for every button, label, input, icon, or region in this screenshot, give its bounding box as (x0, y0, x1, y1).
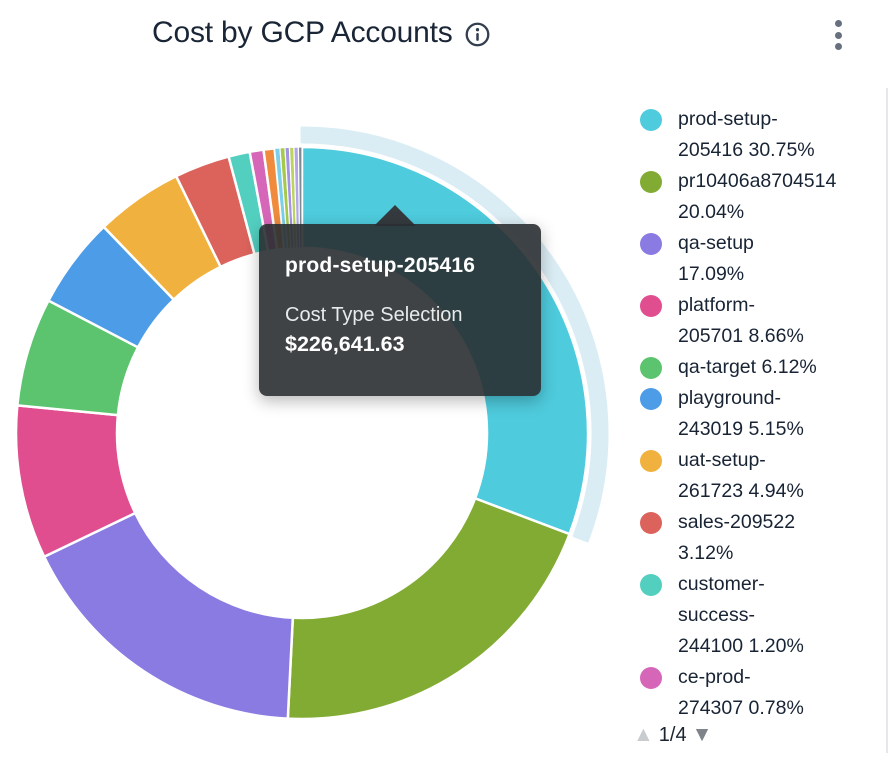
legend-label: qa-setup17.09% (678, 228, 754, 290)
tooltip-caret (374, 205, 416, 226)
donut-slice[interactable] (288, 498, 570, 719)
legend-label: pr10406a870451420.04% (678, 166, 836, 228)
card-right-divider (886, 88, 888, 753)
legend-label: prod-setup-205416 30.75% (678, 104, 815, 166)
legend-label: qa-target 6.12% (678, 352, 817, 383)
legend-item[interactable]: ce-prod-274307 0.78% (640, 662, 886, 716)
tooltip-value: $226,641.63 (285, 332, 515, 357)
legend-item[interactable]: playground-243019 5.15% (640, 383, 886, 445)
legend-label: platform-205701 8.66% (678, 290, 804, 352)
legend-label: uat-setup-261723 4.94% (678, 445, 804, 507)
tooltip-title: prod-setup-205416 (285, 254, 515, 278)
legend-color-dot (640, 357, 662, 379)
legend-items: prod-setup-205416 30.75%pr10406a87045142… (640, 104, 886, 716)
legend-color-dot (640, 512, 662, 534)
legend-color-dot (640, 295, 662, 317)
page-down-icon[interactable]: ▼ (692, 722, 713, 748)
legend-item[interactable]: qa-target 6.12% (640, 352, 886, 383)
legend-color-dot (640, 171, 662, 193)
legend-color-dot (640, 450, 662, 472)
legend-color-dot (640, 109, 662, 131)
legend-item[interactable]: pr10406a870451420.04% (640, 166, 886, 228)
legend-item[interactable]: uat-setup-261723 4.94% (640, 445, 886, 507)
legend-item[interactable]: qa-setup17.09% (640, 228, 886, 290)
chart-tooltip: prod-setup-205416 Cost Type Selection $2… (259, 224, 541, 396)
legend-label: playground-243019 5.15% (678, 383, 804, 445)
tooltip-label: Cost Type Selection (285, 304, 515, 327)
legend-color-dot (640, 667, 662, 689)
legend-label: sales-2095223.12% (678, 507, 795, 569)
legend-color-dot (640, 574, 662, 596)
donut-slice[interactable] (44, 513, 293, 719)
legend-item[interactable]: customer-success-244100 1.20% (640, 569, 886, 662)
legend-item[interactable]: sales-2095223.12% (640, 507, 886, 569)
legend-label: ce-prod-274307 0.78% (678, 662, 804, 716)
page-indicator: 1/4 (659, 724, 687, 747)
page-up-icon[interactable]: ▲ (633, 722, 654, 748)
legend-color-dot (640, 388, 662, 410)
legend-pagination: ▲ 1/4 ▼ (633, 722, 712, 748)
legend-color-dot (640, 233, 662, 255)
legend-item[interactable]: prod-setup-205416 30.75% (640, 104, 886, 166)
cost-by-gcp-accounts-card: Cost by GCP Accounts prod-setup-205416 C… (0, 0, 890, 776)
legend-item[interactable]: platform-205701 8.66% (640, 290, 886, 352)
legend-label: customer-success-244100 1.20% (678, 569, 804, 662)
